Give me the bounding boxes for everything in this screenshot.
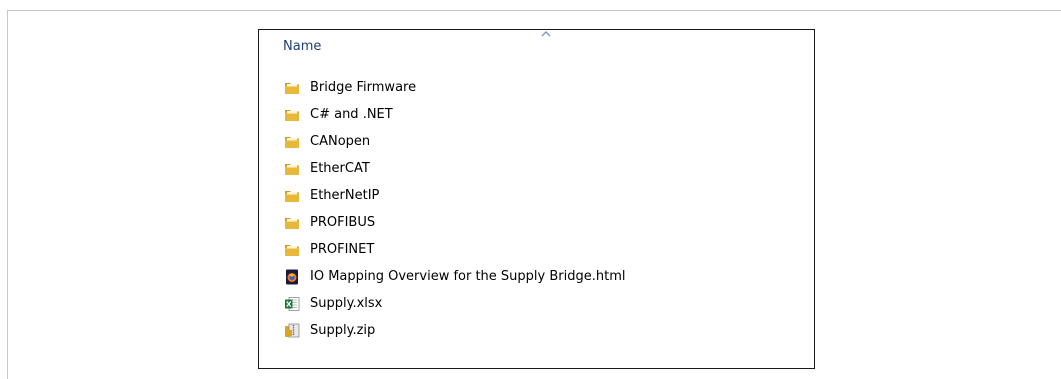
firefox-html-icon [283, 268, 301, 286]
folder-icon [283, 79, 301, 97]
file-name-label: Supply.xlsx [310, 296, 383, 311]
file-list: Bridge Firmware C# and .NET CANopen Ethe… [283, 74, 626, 344]
file-name-label: Supply.zip [310, 323, 376, 338]
excel-icon [283, 295, 301, 313]
folder-icon [283, 160, 301, 178]
folder-icon [283, 214, 301, 232]
file-item[interactable]: Supply.xlsx [283, 290, 626, 317]
sort-ascending-icon [541, 31, 551, 37]
file-explorer-pane: Name Bridge Firmware C# and .NET CANopen… [258, 29, 815, 369]
folder-icon [283, 187, 301, 205]
folder-item[interactable]: EtherCAT [283, 155, 626, 182]
folder-item[interactable]: Bridge Firmware [283, 74, 626, 101]
file-name-label: PROFIBUS [310, 215, 376, 230]
column-header-bar: Name [259, 30, 814, 62]
folder-item[interactable]: EtherNetIP [283, 182, 626, 209]
file-name-label: PROFINET [310, 242, 375, 257]
file-name-label: EtherCAT [310, 161, 370, 176]
folder-icon [283, 241, 301, 259]
folder-item[interactable]: CANopen [283, 128, 626, 155]
file-name-label: Bridge Firmware [310, 80, 417, 95]
zip-archive-icon [283, 322, 301, 340]
folder-item[interactable]: PROFINET [283, 236, 626, 263]
file-item[interactable]: IO Mapping Overview for the Supply Bridg… [283, 263, 626, 290]
file-item[interactable]: Supply.zip [283, 317, 626, 344]
folder-item[interactable]: C# and .NET [283, 101, 626, 128]
file-name-label: IO Mapping Overview for the Supply Bridg… [310, 269, 626, 284]
file-name-label: CANopen [310, 134, 371, 149]
name-column-header[interactable]: Name [283, 39, 321, 54]
file-name-label: C# and .NET [310, 107, 393, 122]
folder-icon [283, 106, 301, 124]
folder-item[interactable]: PROFIBUS [283, 209, 626, 236]
file-name-label: EtherNetIP [310, 188, 380, 203]
folder-icon [283, 133, 301, 151]
